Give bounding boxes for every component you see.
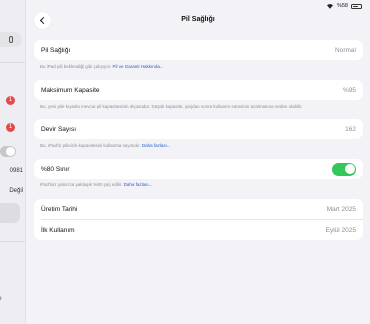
limit-80-row: %80 Sınır (34, 159, 363, 179)
microphone-icon[interactable] (9, 35, 13, 43)
limit-80-toggle[interactable] (332, 162, 356, 176)
max-capacity-row: Maksimum Kapasite %95 (34, 80, 363, 100)
row-value: %95 (342, 86, 356, 94)
manufacture-date-row: Üretim Tarihi Mart 2025 (34, 199, 363, 219)
cycle-count-card: Devir Sayısı 162 (34, 119, 363, 139)
sidebar: 1 1 0981 Değil ı (0, 0, 26, 324)
note-text: Bu, iPad'in pilinizin kapasitesini kulla… (40, 143, 142, 148)
divider (0, 62, 25, 63)
battery-percent: %58 (336, 3, 348, 9)
notification-badge: 1 (6, 123, 15, 132)
first-use-row: İlk Kullanım Eylül 2025 (34, 220, 363, 240)
battery-health-note: Bu iPad pili beklendiği gibi çalışıyor. … (40, 64, 164, 69)
warranty-link[interactable]: Pil ve Garanti Hakkında... (113, 64, 164, 69)
note-text: Bu, yeni pile kıyasla mevcut pil kapasit… (40, 104, 303, 109)
battery-health-card: Pil Sağlığı Normal (34, 40, 363, 60)
sidebar-search-field[interactable] (0, 32, 22, 47)
max-capacity-card: Maksimum Kapasite %95 (34, 80, 363, 100)
row-value: Normal (335, 46, 356, 54)
row-label: Devir Sayısı (41, 125, 77, 133)
sidebar-item-value: Değil (9, 188, 23, 194)
battery-health-row[interactable]: Pil Sağlığı Normal (34, 40, 363, 60)
row-label: Pil Sağlığı (41, 46, 71, 54)
more-link[interactable]: Daha fazlası... (124, 182, 153, 187)
row-value: Mart 2025 (326, 205, 356, 213)
row-label: İlk Kullanım (41, 226, 75, 234)
row-label: Maksimum Kapasite (41, 86, 100, 94)
status-bar: %58 (326, 2, 362, 10)
sidebar-item-value: 0981 (9, 168, 23, 174)
row-label: Üretim Tarihi (41, 205, 78, 213)
more-link[interactable]: Daha fazlası... (142, 143, 171, 148)
limit-80-note: iPad'iniz yalnızca yaklaşık %80 şarj edi… (40, 182, 152, 187)
note-text: Bu iPad pili beklendiği gibi çalışıyor. (40, 64, 113, 69)
divider (0, 241, 25, 242)
battery-icon (351, 3, 362, 9)
note-text: iPad'iniz yalnızca yaklaşık %80 şarj edi… (40, 182, 124, 187)
sidebar-selected-item[interactable] (0, 203, 20, 223)
page-title: Pil Sağlığı (181, 16, 215, 23)
limit-80-card: %80 Sınır (34, 159, 363, 179)
row-value: 162 (345, 125, 356, 133)
notification-badge: 1 (6, 96, 15, 105)
row-label: %80 Sınır (41, 165, 70, 173)
cycle-count-row: Devir Sayısı 162 (34, 119, 363, 139)
sidebar-toggle[interactable] (0, 146, 16, 157)
max-capacity-note: Bu, yeni pile kıyasla mevcut pil kapasit… (40, 104, 303, 109)
wifi-icon (326, 4, 333, 9)
dates-card: Üretim Tarihi Mart 2025 İlk Kullanım Eyl… (34, 199, 363, 240)
sidebar-item-fragment: ı (0, 296, 2, 302)
row-value: Eylül 2025 (325, 226, 356, 234)
cycle-count-note: Bu, iPad'in pilinizin kapasitesini kulla… (40, 143, 171, 148)
